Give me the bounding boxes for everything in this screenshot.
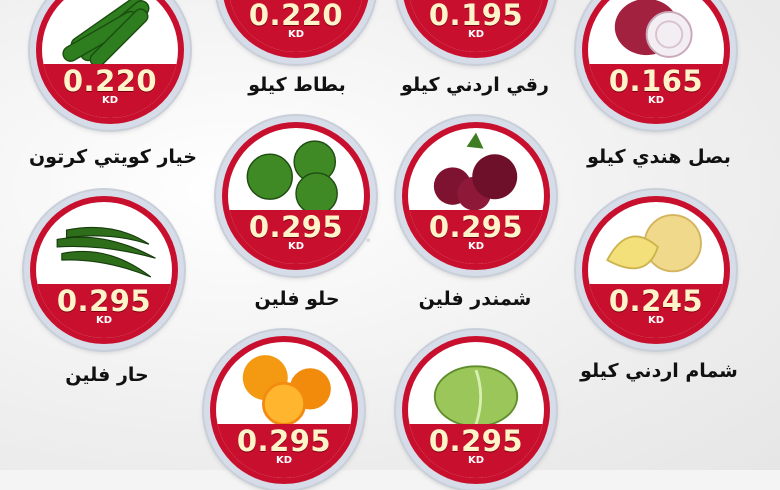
cabbage-icon [408,342,544,426]
onion-icon [588,0,724,66]
price-value: 0.295 [228,210,364,242]
cucumber-icon [42,0,178,66]
price-value: 0.295 [408,424,544,456]
price-value: 0.195 [408,0,544,30]
product-card-orange[interactable]: 0.295 KD [204,330,364,490]
product-card-onion[interactable]: 0.165 KD [576,0,736,130]
beetroot-icon [408,128,544,212]
price-value: 0.295 [36,284,172,316]
price-value: 0.220 [42,64,178,96]
product-label-pepper-green: حلو فلين [202,288,392,310]
product-label-hot-pepper: حار فلين [12,364,202,386]
melon-icon [588,202,724,286]
product-label-beetroot: شمندر فلين [380,288,570,310]
product-card-pepper-green[interactable]: 0.295 KD [216,116,376,276]
product-label-tomato: بطاط كيلو [202,74,392,96]
product-label-melon: شمام اردني كيلو [564,360,754,382]
price-value: 0.165 [588,64,724,96]
product-card-hot-pepper[interactable]: 0.295 KD [24,190,184,350]
product-label-onion: بصل هندي كيلو [564,146,754,168]
product-card-beetroot[interactable]: 0.295 KD [396,116,556,276]
bell-pepper-icon [228,128,364,212]
price-value: 0.295 [216,424,352,456]
price-value: 0.295 [408,210,544,242]
product-label-watermelon: رقي اردني كيلو [380,74,570,96]
product-card-melon[interactable]: 0.245 KD [576,190,736,350]
product-label-cucumber: خيار كويتي كرتون [18,146,208,168]
product-card-cucumber[interactable]: 0.220 KD [30,0,190,130]
product-card-cabbage[interactable]: 0.295 KD [396,330,556,490]
orange-icon [216,342,352,426]
price-value: 0.220 [228,0,364,30]
price-value: 0.245 [588,284,724,316]
chili-pepper-icon [36,202,172,286]
